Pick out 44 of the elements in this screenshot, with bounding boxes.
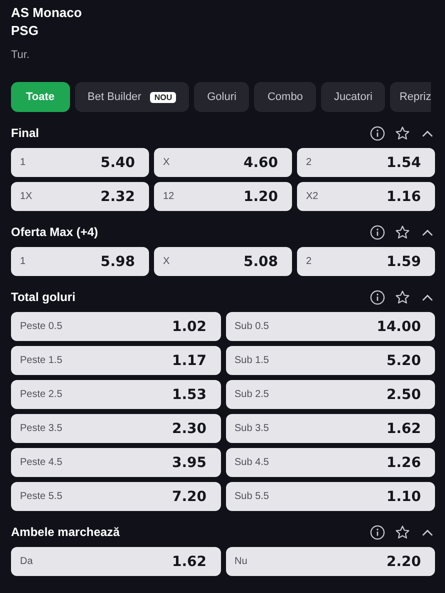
home-team-name: AS Monaco [11,4,83,22]
star-icon[interactable] [395,524,410,540]
odds-button[interactable]: Peste 4.5 3.95 [11,448,220,477]
market-title: Final [11,126,40,140]
odds-button[interactable]: Peste 2.5 1.53 [11,380,220,409]
info-icon[interactable] [370,524,385,540]
market-tab[interactable]: Bet Builder NOU [74,82,190,112]
odds-button[interactable]: Sub 0.5 14.00 [226,312,435,341]
odds-button[interactable]: 1 5.40 [11,148,149,177]
info-icon[interactable] [370,290,385,304]
market-tab[interactable]: Jucatori [320,82,386,112]
odds-button[interactable]: Sub 5.5 1.10 [226,482,435,511]
match-subtitle: Tur. [11,48,31,62]
market-title: Total goluri [11,290,76,304]
odds-button[interactable]: Nu 2.20 [226,547,435,576]
odds-button[interactable]: X 4.60 [154,148,292,177]
odds-button[interactable]: Peste 1.5 1.17 [11,346,220,375]
market-tab[interactable]: Repriz [390,82,432,112]
market-tab[interactable]: Goluri [194,82,250,112]
info-icon[interactable] [370,126,385,140]
odds-button[interactable]: Sub 1.5 5.20 [226,346,435,375]
odds-button[interactable]: Sub 3.5 1.62 [226,414,435,443]
star-icon[interactable] [395,290,410,304]
away-team-name: PSG [11,22,40,40]
odds-button[interactable]: Peste 5.5 7.20 [11,482,220,511]
odds-button[interactable]: 1 5.98 [11,247,149,276]
odds-button[interactable]: X 5.08 [154,247,292,276]
info-icon[interactable] [370,224,385,240]
market-title: Ambele marchează [11,525,120,539]
market-tab[interactable]: Combo [254,82,316,112]
odds-button[interactable]: Da 1.62 [11,547,220,576]
star-icon[interactable] [395,224,410,240]
odds-button[interactable]: Peste 0.5 1.02 [11,312,220,341]
new-badge: NOU [150,92,176,102]
odds-button[interactable]: Peste 3.5 2.30 [11,414,220,443]
odds-button[interactable]: Sub 4.5 1.26 [226,448,435,477]
odds-button[interactable]: Sub 2.5 2.50 [226,380,435,409]
odds-button[interactable]: X2 1.16 [297,182,435,211]
odds-button[interactable]: 12 1.20 [154,182,292,211]
odds-button[interactable]: 2 1.54 [297,148,435,177]
market-title: Oferta Max (+4) [11,225,98,239]
star-icon[interactable] [395,126,410,140]
odds-button[interactable]: 2 1.59 [297,247,435,276]
odds-button[interactable]: 1X 2.32 [11,182,149,211]
